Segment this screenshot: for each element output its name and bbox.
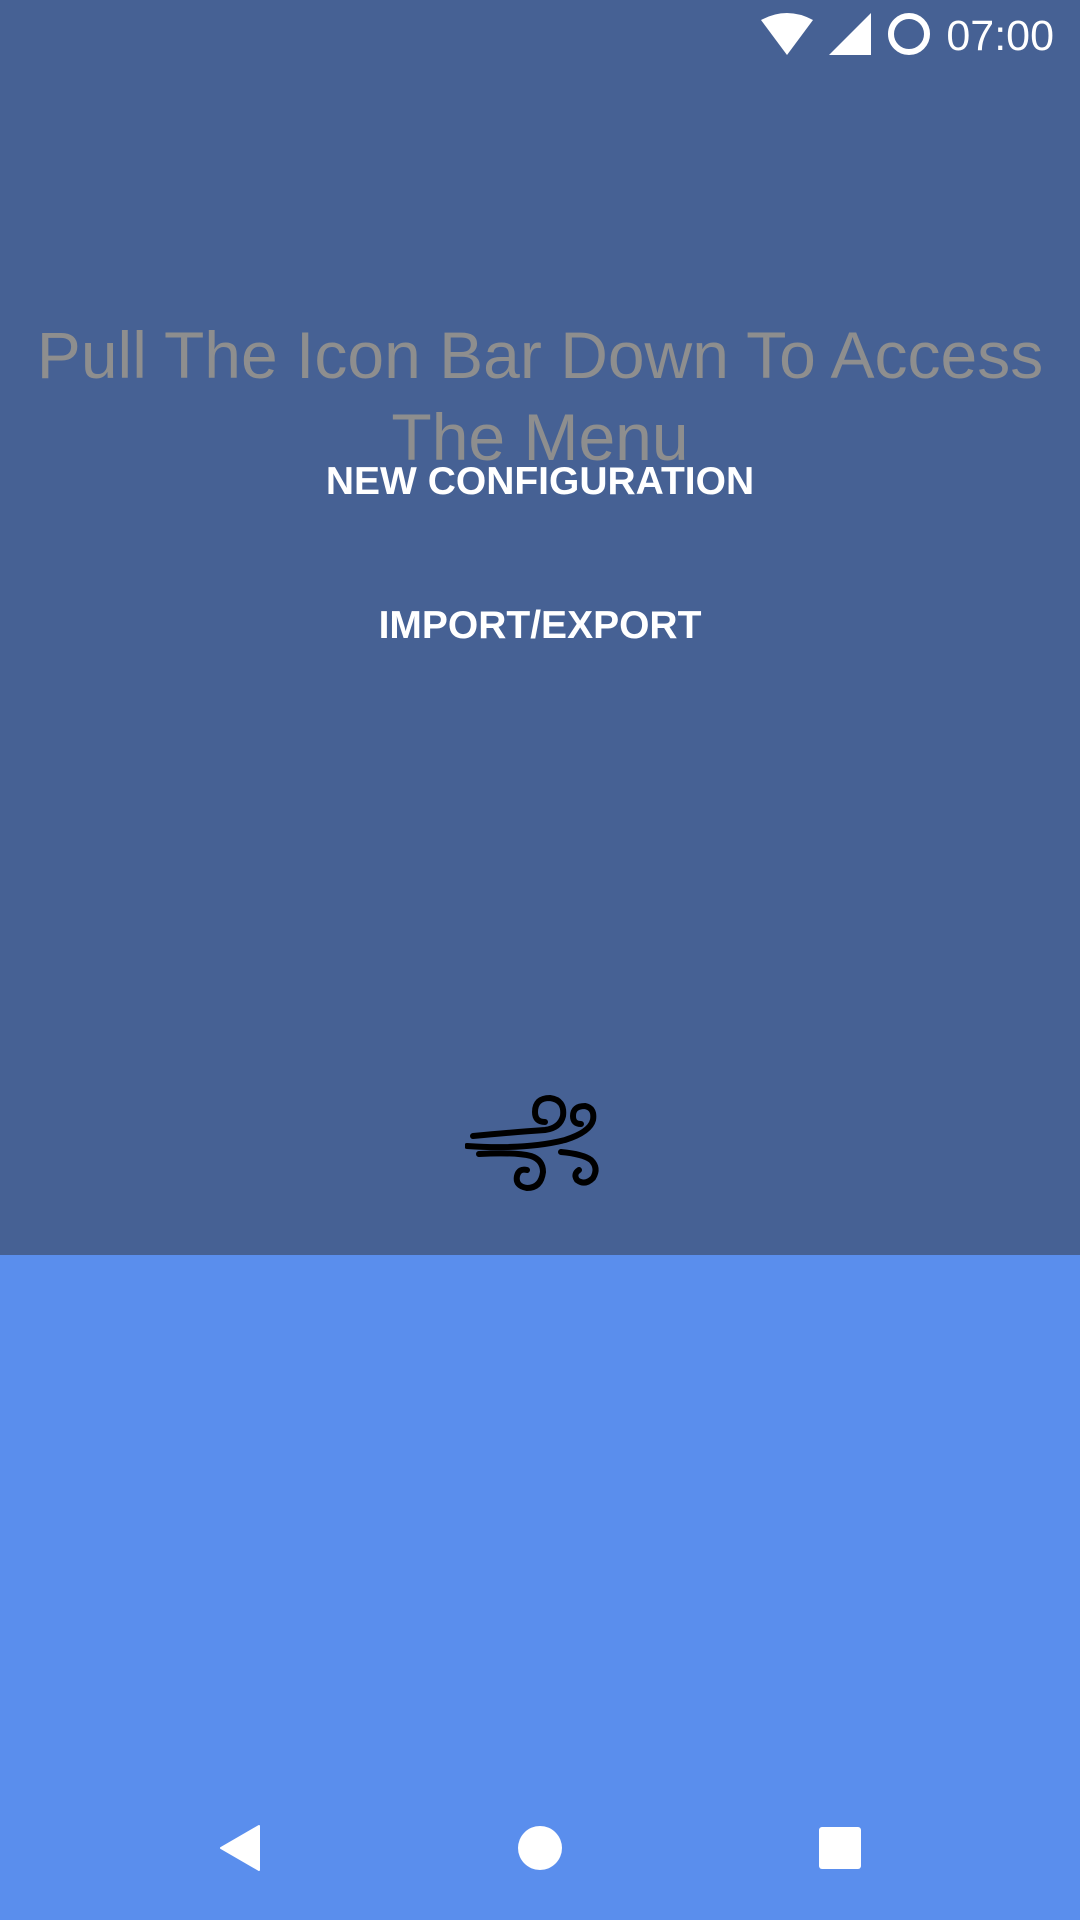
wind-icon[interactable]	[464, 1088, 615, 1198]
sync-circle-icon	[886, 11, 932, 62]
new-configuration-button[interactable]: NEW CONFIGURATION	[240, 437, 840, 527]
recents-icon[interactable]	[790, 1798, 890, 1898]
home-icon[interactable]	[490, 1798, 590, 1898]
app-screen: 07:00 Pull The Icon Bar Down To Access T…	[0, 0, 1080, 1920]
status-time: 07:00	[946, 12, 1054, 60]
signal-icon	[828, 12, 872, 61]
menu-panel: 07:00 Pull The Icon Bar Down To Access T…	[0, 0, 1080, 1255]
back-icon[interactable]	[190, 1798, 290, 1898]
import-export-button[interactable]: IMPORT/EXPORT	[240, 581, 840, 671]
status-bar: 07:00	[0, 0, 1080, 72]
navigation-bar	[0, 1776, 1080, 1920]
status-icons: 07:00	[760, 10, 1054, 62]
wifi-icon	[760, 12, 814, 61]
